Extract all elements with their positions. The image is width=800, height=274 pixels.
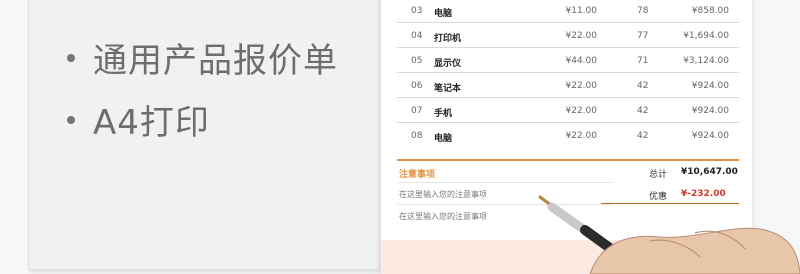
table-footer-divider [397,159,739,161]
product-name: 显示仪 [434,59,462,69]
row-number: 04 [411,31,423,41]
product-name: 电脑 [434,134,453,144]
hand-icon [589,227,800,274]
unit-price: ¥11.00 [565,6,598,16]
row-number: 03 [411,6,423,16]
row-number: 06 [411,81,423,91]
quantity: 42 [637,81,649,91]
line-total: ¥3,124.00 [683,56,729,66]
line-total: ¥1,694.00 [683,31,729,41]
hand-with-pen-illustration [538,195,800,274]
line-total: ¥924.00 [691,106,729,116]
quantity: 42 [637,131,649,141]
line-total: ¥858.00 [691,6,729,16]
table-row: 07 手机 ¥22.00 42 ¥924.00 [397,98,739,123]
quantity: 77 [637,31,649,41]
product-name: 电脑 [434,9,453,19]
unit-price: ¥22.00 [565,81,598,91]
line-total: ¥924.00 [691,81,729,91]
text-panel: 通用产品报价单 A4打印 [28,0,380,270]
note-text: 在这里输入您的注意事项 [399,190,487,199]
bullet-text: A4打印 [93,103,210,143]
note-text: 在这里输入您的注意事项 [399,212,487,221]
unit-price: ¥22.00 [565,31,598,41]
table-row: 04 打印机 ¥22.00 77 ¥1,694.00 [397,23,739,48]
quantity: 42 [637,106,649,116]
bullet-text: 通用产品报价单 [93,41,338,81]
unit-price: ¥22.00 [565,131,598,141]
quantity: 78 [637,6,649,16]
row-number: 05 [411,56,423,66]
table-row: 05 显示仪 ¥44.00 71 ¥3,124.00 [397,48,739,73]
total-value: ¥10,647.00 [681,167,738,177]
line-total: ¥924.00 [691,131,729,141]
table-row: 08 电脑 ¥22.00 42 ¥924.00 [397,123,739,148]
bullet-item: 通用产品报价单 [67,33,338,82]
bullet-dot-icon [67,53,75,62]
bullet-dot-icon [67,115,75,124]
total-label: 总计 [649,170,668,180]
product-name: 手机 [434,109,453,119]
table-row: 06 笔记本 ¥22.00 42 ¥924.00 [397,73,739,98]
notes-divider [397,182,612,183]
row-number: 07 [411,106,423,116]
notes-title: 注意事项 [399,170,436,180]
unit-price: ¥22.00 [565,106,598,116]
bullet-item: A4打印 [67,95,210,144]
table-row: 03 电脑 ¥11.00 78 ¥858.00 [397,0,739,23]
product-name: 笔记本 [434,84,462,94]
row-number: 08 [411,131,423,141]
quantity: 71 [637,56,649,66]
unit-price: ¥44.00 [565,56,598,66]
product-name: 打印机 [434,34,462,44]
